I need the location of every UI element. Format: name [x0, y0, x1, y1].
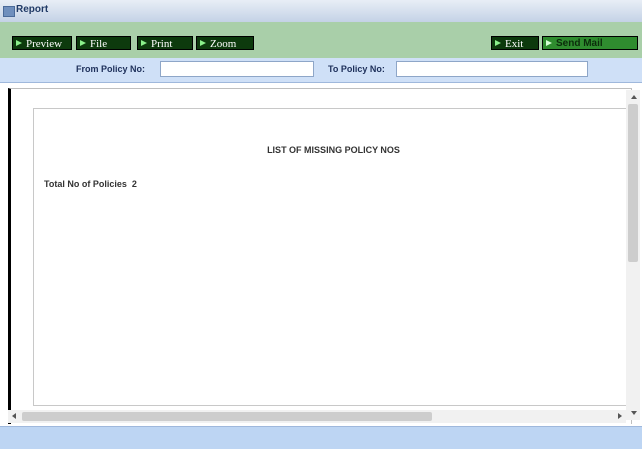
scroll-down-arrow-icon[interactable] — [631, 411, 637, 415]
app-icon — [3, 6, 15, 17]
to-policy-input[interactable] — [396, 61, 588, 77]
zoom-button[interactable]: Zoom — [196, 36, 254, 50]
preview-button[interactable]: Preview — [12, 36, 72, 50]
play-icon — [495, 40, 501, 46]
print-button[interactable]: Print — [137, 36, 193, 50]
scroll-left-arrow-icon[interactable] — [12, 413, 16, 419]
status-bar — [0, 426, 642, 449]
vertical-scrollbar[interactable] — [626, 90, 640, 420]
vertical-scroll-thumb[interactable] — [628, 104, 638, 262]
report-total: Total No of Policies 2 — [44, 179, 137, 189]
to-policy-label: To Policy No: — [328, 64, 385, 74]
window-titlebar: Report — [0, 0, 642, 23]
report-page: LIST OF MISSING POLICY NOS Total No of P… — [33, 108, 634, 406]
file-button[interactable]: File — [76, 36, 131, 50]
play-icon — [200, 40, 206, 46]
exit-button[interactable]: Exit — [491, 36, 539, 50]
file-label: File — [90, 38, 108, 50]
from-policy-input[interactable] — [160, 61, 314, 77]
play-icon — [141, 40, 147, 46]
horizontal-scrollbar[interactable] — [8, 410, 626, 423]
exit-label: Exit — [505, 38, 524, 50]
from-policy-label: From Policy No: — [76, 64, 146, 74]
send-mail-button[interactable]: Send Mail — [542, 36, 638, 50]
scroll-up-arrow-icon[interactable] — [631, 95, 637, 99]
play-icon — [546, 40, 552, 46]
scroll-right-arrow-icon[interactable] — [618, 413, 622, 419]
preview-label: Preview — [26, 38, 63, 50]
total-value: 2 — [131, 179, 137, 189]
horizontal-scroll-thumb[interactable] — [22, 412, 432, 421]
play-icon — [16, 40, 22, 46]
report-title: LIST OF MISSING POLICY NOS — [267, 145, 400, 155]
print-label: Print — [151, 38, 173, 50]
send-mail-label: Send Mail — [556, 38, 603, 49]
total-label: Total No of Policies — [44, 179, 127, 189]
report-viewer: LIST OF MISSING POLICY NOS Total No of P… — [8, 88, 634, 424]
toolbar: Preview File Print Zoom Exit Send Mail — [0, 22, 642, 59]
play-icon — [80, 40, 86, 46]
filter-bar: From Policy No: To Policy No: — [0, 58, 642, 83]
window-title: Report — [16, 4, 49, 15]
zoom-label: Zoom — [210, 38, 237, 50]
